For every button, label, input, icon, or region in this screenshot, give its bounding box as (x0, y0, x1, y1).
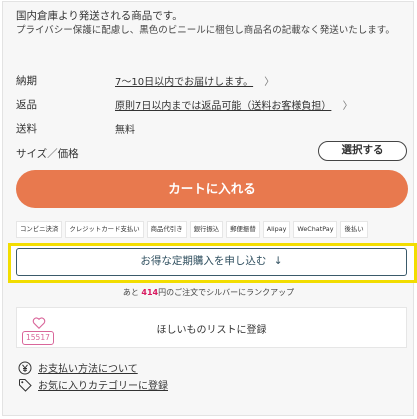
favorite-category-label: お気に入りカテゴリーに登録 (38, 381, 168, 392)
chevron-right-icon: 〉 (342, 101, 353, 112)
shipping-notice: 国内倉庫より発送される商品です。 プライバシー保護に配慮し、黒色のビニールに梱包… (16, 10, 401, 37)
payment-tag: コンビニ決済 (16, 221, 63, 238)
payment-tag: 銀行振込 (189, 221, 224, 238)
delivery-label: 納期 (16, 75, 37, 87)
shipping-fee-value: 無料 (115, 125, 135, 136)
payment-tag: 商品代引き (146, 221, 187, 238)
add-to-cart-button[interactable]: カートに入れる (16, 170, 408, 208)
subscribe-label: お得な定期購入を申し込む (140, 255, 267, 267)
tag-icon (18, 378, 32, 392)
subscribe-button[interactable]: お得な定期購入を申し込む ↓ (16, 248, 407, 276)
payment-tag: 郵便振替 (226, 221, 260, 238)
returns-link[interactable]: 原則7日以内までは返品可能（送料お客様負担） (115, 101, 331, 112)
payment-tag: Alipay (262, 221, 291, 238)
product-purchase-panel (2, 1, 414, 416)
payment-tag: クレジットカード支払い (65, 221, 144, 238)
arrow-down-icon: ↓ (273, 255, 283, 267)
chevron-right-icon: 〉 (264, 77, 275, 88)
rank-prefix: あと (122, 288, 139, 297)
shipping-fee-label: 送料 (16, 123, 37, 135)
payment-tag: WeChatPay (293, 221, 338, 238)
rank-amount: 414 (141, 288, 159, 297)
shipping-notice-body: プライバシー保護に配慮し、黒色のビニールに梱包し商品名の記載なく発送いたします。 (16, 25, 395, 36)
yen-circle-icon (18, 361, 32, 375)
favorite-category-link[interactable]: お気に入りカテゴリーに登録 (18, 377, 168, 392)
payment-methods: コンビニ決済 クレジットカード支払い 商品代引き 銀行振込 郵便振替 Alipa… (16, 221, 368, 238)
select-size-button[interactable]: 選択する (318, 141, 407, 161)
payment-tag: 後払い (340, 221, 368, 238)
returns-label: 返品 (16, 99, 37, 111)
shipping-fee-row: 送料 無料 (16, 121, 135, 136)
payment-info-link[interactable]: お支払い方法について (18, 360, 138, 375)
size-price-label: サイズ／価格 (16, 148, 79, 160)
shipping-notice-title: 国内倉庫より発送される商品です。 (16, 10, 183, 22)
wishlist-button[interactable]: 15517 ほしいものリストに登録 (16, 307, 407, 348)
payment-info-label: お支払い方法について (38, 364, 138, 375)
delivery-row: 納期 7〜10日以内でお届けします。 〉 (16, 73, 274, 88)
delivery-link[interactable]: 7〜10日以内でお届けします。 (115, 77, 253, 88)
rank-suffix: 円のご注文でシルバーにランクアップ (158, 288, 295, 297)
returns-row: 返品 原則7日以内までは返品可能（送料お客様負担） 〉 (16, 97, 353, 112)
rank-up-message: あと 414円のご注文でシルバーにランクアップ (0, 287, 417, 298)
wishlist-label: ほしいものリストに登録 (156, 325, 267, 336)
